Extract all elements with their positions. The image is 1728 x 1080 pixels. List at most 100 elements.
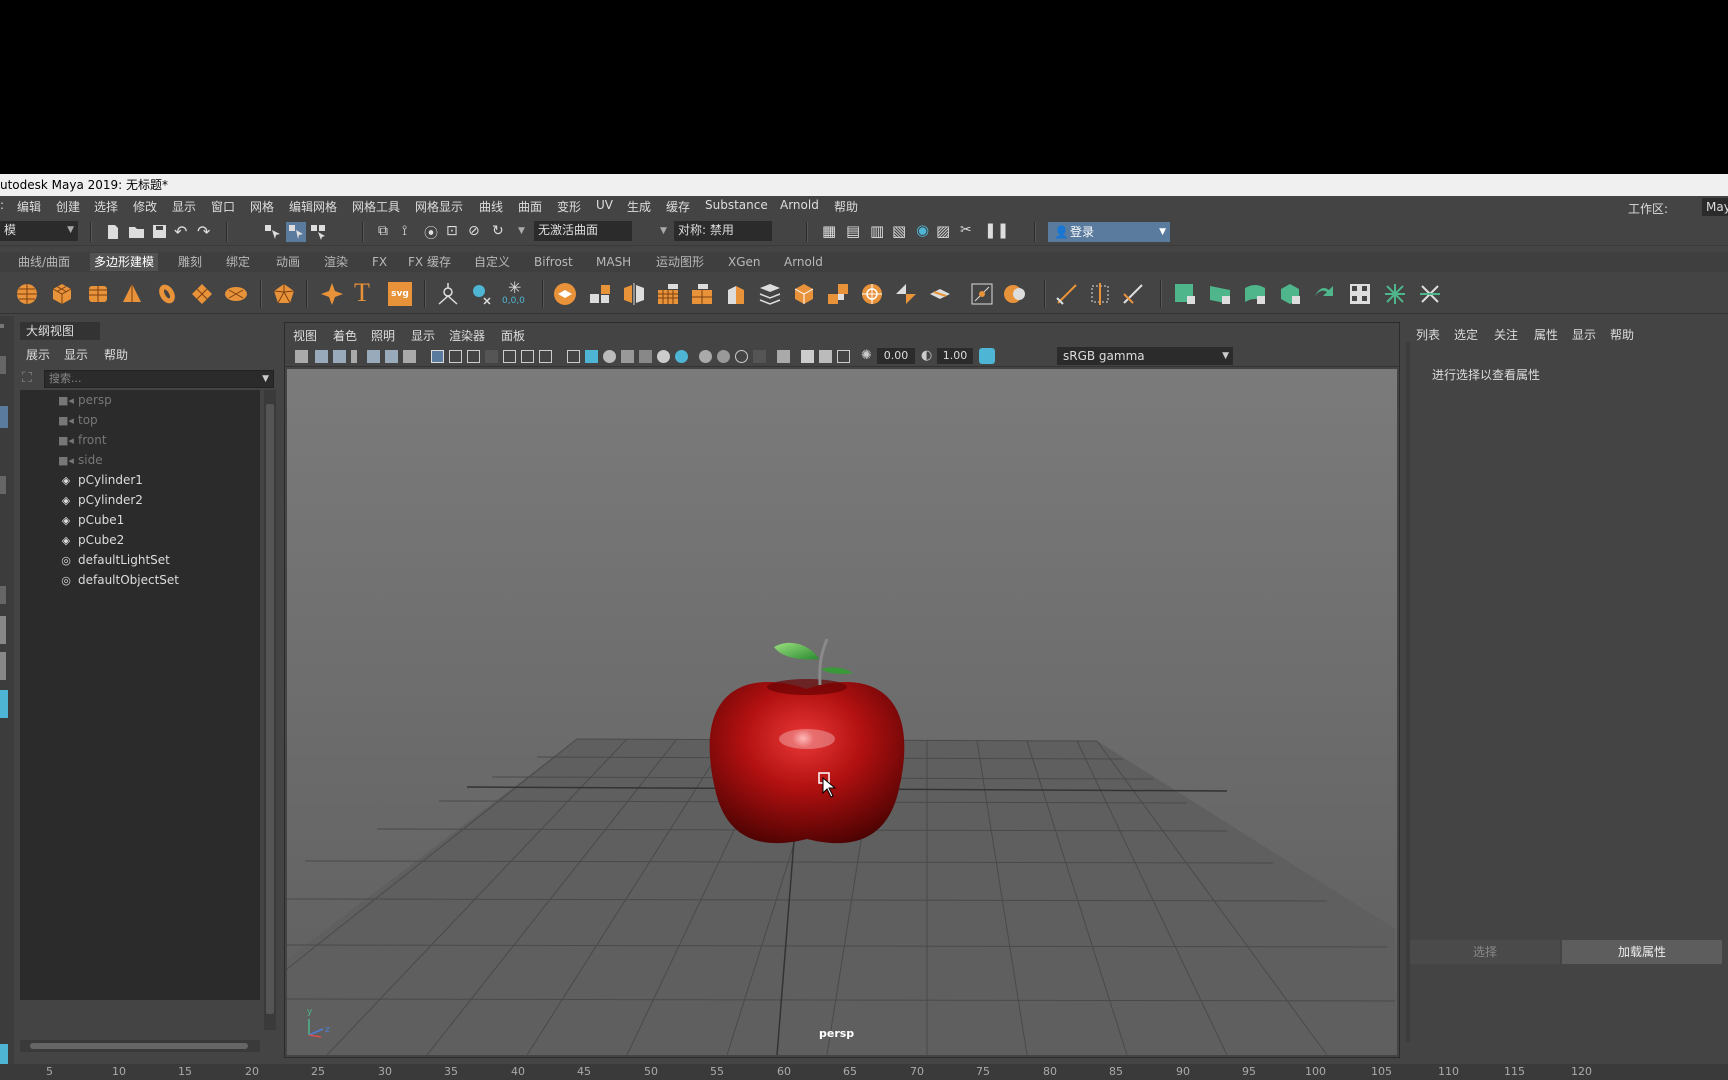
light-editor-icon[interactable]: ✂ <box>960 222 972 238</box>
reduce-icon[interactable] <box>690 282 714 306</box>
bookmark-icon[interactable] <box>333 350 346 363</box>
shadows-icon[interactable] <box>675 350 688 363</box>
select-component-icon[interactable] <box>310 224 328 240</box>
save-scene-icon[interactable] <box>152 224 167 239</box>
insert-edge-loop-icon[interactable] <box>928 282 952 306</box>
center-pivot-icon[interactable]: ✳ 0,0,0 <box>502 278 532 306</box>
redo-icon[interactable]: ↷ <box>197 222 210 241</box>
filter-icon[interactable]: ⛶ <box>22 370 32 386</box>
view-transform-dropdown[interactable]: sRGB gamma ▼ <box>1057 347 1233 365</box>
separate-icon[interactable] <box>588 282 612 306</box>
chevron-down-icon[interactable]: ▼ <box>262 371 269 387</box>
isolate-select-icon[interactable] <box>777 350 790 363</box>
undo-icon[interactable]: ↶ <box>174 222 187 241</box>
xray-joints-icon[interactable] <box>837 350 850 363</box>
pencil-icon[interactable] <box>403 350 416 363</box>
viewport-menu-lighting[interactable]: 照明 <box>371 327 395 344</box>
field-chart-icon[interactable] <box>503 350 516 363</box>
attr-menu-selected[interactable]: 选定 <box>1454 326 1478 343</box>
chevron-down-icon[interactable]: ▼ <box>518 226 525 236</box>
pause-icon[interactable]: ❚❚ <box>984 221 1009 239</box>
open-scene-icon[interactable] <box>128 225 146 239</box>
menu-mesh[interactable]: 网格 <box>250 198 274 215</box>
menu-curves[interactable]: 曲线 <box>479 198 503 215</box>
select-hierarchy-icon[interactable] <box>264 224 282 240</box>
layout-four-icon[interactable] <box>0 652 6 680</box>
wireframe-icon[interactable] <box>567 350 580 363</box>
viewport-menu-view[interactable]: 视图 <box>293 327 317 344</box>
safe-action-icon[interactable] <box>521 350 534 363</box>
use-all-lights-icon[interactable] <box>657 350 670 363</box>
render-settings-icon[interactable]: ▧ <box>892 222 906 240</box>
slide-edge-icon[interactable] <box>1121 282 1145 306</box>
bridge-icon[interactable] <box>758 282 782 306</box>
list-item[interactable]: ◎ defaultLightSet <box>20 550 170 570</box>
attr-menu-show[interactable]: 显示 <box>1572 326 1596 343</box>
tab-mash[interactable]: MASH <box>592 253 635 271</box>
render-current-icon[interactable]: ▤ <box>846 222 860 240</box>
tab-custom[interactable]: 自定义 <box>470 253 514 271</box>
grid-icon[interactable] <box>431 350 444 363</box>
tab-poly-modeling[interactable]: 多边形建模 <box>90 253 159 271</box>
snap-grid-icon[interactable]: ⧉ <box>378 223 388 239</box>
menu-substance[interactable]: Substance <box>705 198 768 212</box>
attr-menu-focus[interactable]: 关注 <box>1494 326 1518 343</box>
menu-edit-mesh[interactable]: 编辑网格 <box>289 198 337 215</box>
list-item[interactable]: ■◂ side <box>20 450 103 470</box>
tab-fx[interactable]: FX <box>368 253 391 271</box>
time-slider[interactable]: 5 10 15 20 25 30 35 40 45 50 55 60 65 70… <box>0 1064 1728 1080</box>
uv-editor-icon[interactable] <box>1348 282 1372 306</box>
perspective-viewport[interactable]: y z persp <box>287 369 1397 1055</box>
scrollbar-thumb[interactable] <box>266 404 274 1014</box>
film-gate-icon[interactable] <box>449 350 462 363</box>
menu-generate[interactable]: 生成 <box>627 198 651 215</box>
snap-point-icon[interactable]: ⦿ <box>424 223 438 243</box>
default-material-icon[interactable] <box>603 350 616 363</box>
extrude-icon[interactable] <box>724 282 748 306</box>
symmetry-chevron-icon[interactable]: ▼ <box>660 226 667 236</box>
bevel-icon[interactable] <box>792 282 816 306</box>
menu-mesh-display[interactable]: 网格显示 <box>415 198 463 215</box>
automatic-mapping-icon[interactable] <box>1278 282 1302 306</box>
layout-single-icon[interactable] <box>0 616 6 644</box>
depth-of-field-icon[interactable] <box>753 350 766 363</box>
crease-tool-icon[interactable] <box>1088 282 1112 306</box>
xray-icon[interactable] <box>801 350 814 363</box>
xray-active-icon[interactable] <box>819 350 832 363</box>
tab-animation[interactable]: 动画 <box>272 253 304 271</box>
sculpt-combine-icon[interactable] <box>1003 282 1027 306</box>
render-view-icon[interactable]: ▦ <box>822 222 836 240</box>
image-plane-icon[interactable] <box>351 350 357 363</box>
tab-sculpting[interactable]: 雕刻 <box>174 253 206 271</box>
type-tool-icon[interactable]: T <box>354 278 378 307</box>
snap-surface-icon[interactable]: ⊘ <box>468 223 480 239</box>
anti-aliasing-icon[interactable] <box>735 350 748 363</box>
tab-bifrost[interactable]: Bifrost <box>530 253 577 271</box>
live-surface-field[interactable]: 无激活曲面 <box>534 221 632 241</box>
outliner-tab[interactable]: 大纲视图 <box>20 322 100 340</box>
snap-live-icon[interactable]: ↻ <box>492 223 504 239</box>
new-scene-icon[interactable] <box>106 224 120 240</box>
poly-cube-icon[interactable] <box>50 282 74 306</box>
menu-uv[interactable]: UV <box>596 198 613 212</box>
edit-edge-flow-icon[interactable] <box>1055 282 1079 306</box>
two-d-pan-icon[interactable] <box>367 350 380 363</box>
list-item[interactable]: ◈ pCylinder1 <box>20 470 143 490</box>
symmetry-field[interactable]: 对称: 禁用 <box>674 221 772 241</box>
tab-curves-surfaces[interactable]: 曲线/曲面 <box>14 253 74 271</box>
scrollbar-thumb[interactable] <box>30 1043 248 1049</box>
hypershade-icon[interactable]: ◉ <box>916 221 929 239</box>
login-dropdown[interactable]: 👤 登录 ▼ <box>1048 222 1170 242</box>
outliner-menu-help[interactable]: 帮助 <box>104 346 128 363</box>
list-item[interactable]: ◈ pCube2 <box>20 530 124 550</box>
menu-modify[interactable]: 修改 <box>133 198 157 215</box>
menu-window[interactable]: 窗口 <box>211 198 235 215</box>
menu-select[interactable]: 选择 <box>94 198 118 215</box>
outliner-menu-display[interactable]: 显示 <box>64 346 88 363</box>
menu-cache[interactable]: 缓存 <box>666 198 690 215</box>
poly-sphere-icon[interactable] <box>15 282 39 306</box>
poly-cylinder-icon[interactable] <box>86 282 110 306</box>
mirror-icon[interactable] <box>622 282 646 306</box>
select-object-icon[interactable] <box>286 222 306 242</box>
poly-platonic-icon[interactable] <box>272 282 296 306</box>
